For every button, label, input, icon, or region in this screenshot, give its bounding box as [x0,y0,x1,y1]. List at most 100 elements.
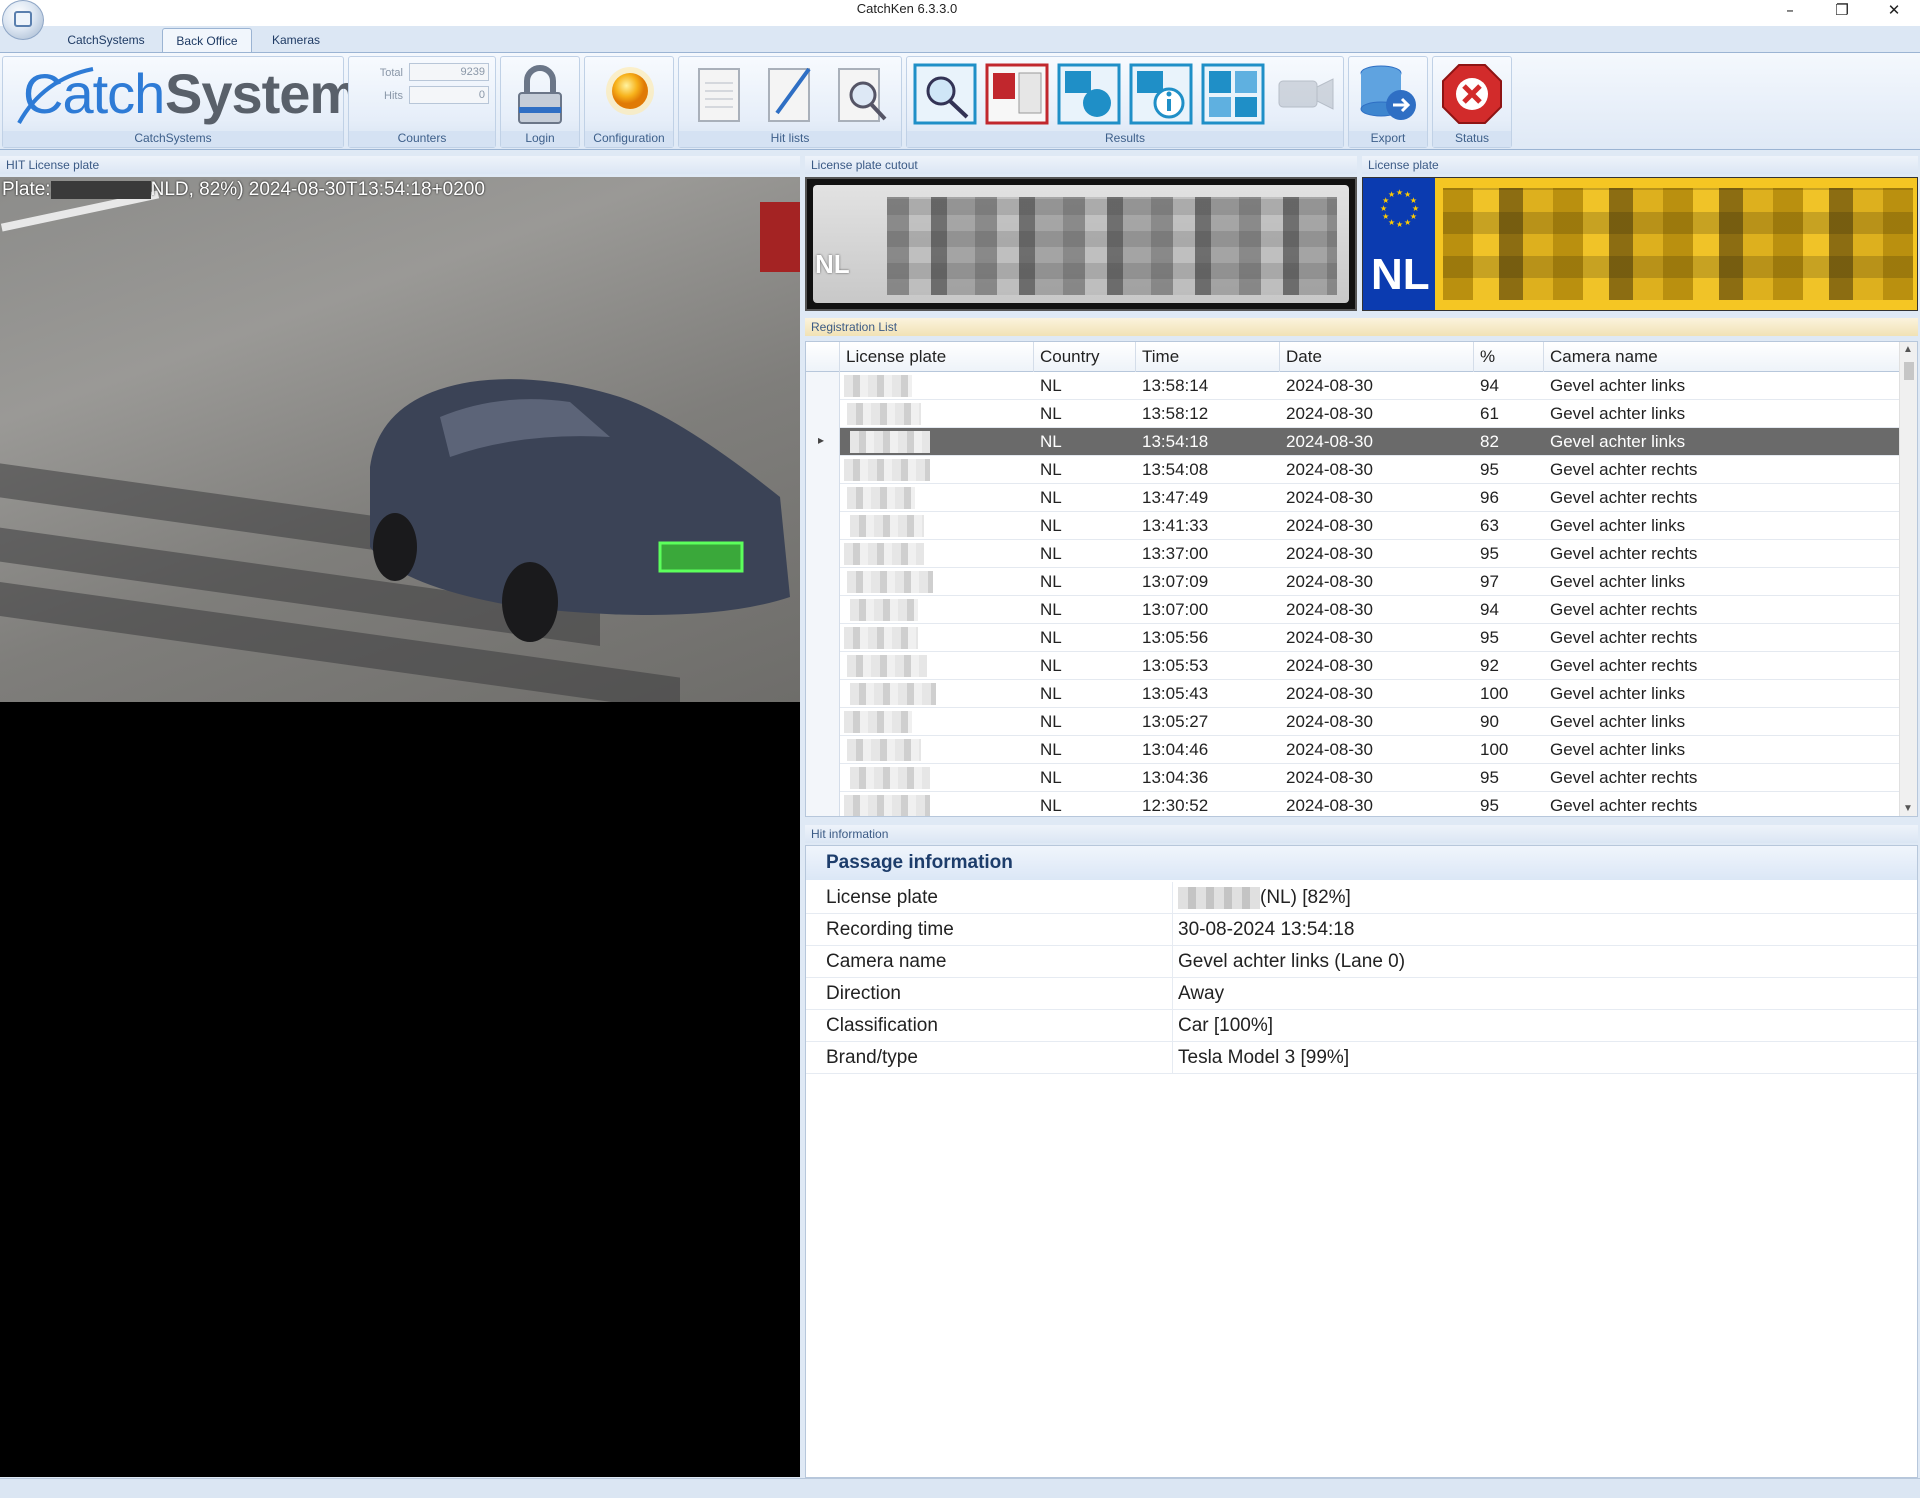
hit-list-button[interactable] [687,61,749,127]
row-header[interactable] [806,596,840,624]
export-button[interactable] [1355,61,1423,127]
group-results: Results [906,56,1344,148]
row-header[interactable] [806,372,840,400]
cell-date: 2024-08-30 [1286,600,1373,619]
passage-value: Tesla Model 3 [99%] [1178,1047,1350,1068]
cell-pct: 94 [1480,376,1499,395]
table-row[interactable]: NL 12:30:52 2024-08-30 95 Gevel achter recht… [806,792,1901,816]
table-row[interactable]: NL 13:54:08 2024-08-30 95 Gevel achter recht… [806,456,1901,484]
edit-hit-list-button[interactable] [759,61,821,127]
registration-grid[interactable]: License plate Country Time Date % Camera… [805,341,1918,817]
table-row[interactable]: NL 13:05:43 2024-08-30 100 Gevel achter link… [806,680,1901,708]
passage-value: Car [100%] [1178,1015,1274,1036]
cell-pct: 100 [1480,684,1509,703]
cell-date: 2024-08-30 [1286,768,1373,787]
row-header[interactable] [806,400,840,428]
magnifier-notepad-icon [838,68,887,122]
panel-header-license-plate: License plate [1362,156,1918,174]
table-row[interactable]: NL 13:04:36 2024-08-30 95 Gevel achter recht… [806,764,1901,792]
red-layout-icon [985,63,1049,125]
scroll-up-icon[interactable]: ▲ [1903,344,1913,355]
grid-corner[interactable] [806,342,840,372]
row-header[interactable] [806,456,840,484]
cell-country: NL [1040,516,1062,535]
row-header[interactable]: ▸ [806,428,840,456]
row-header[interactable] [806,624,840,652]
minimize-button[interactable]: – [1764,0,1816,22]
table-row[interactable]: NL 13:05:53 2024-08-30 92 Gevel achter recht… [806,652,1901,680]
row-header[interactable] [806,540,840,568]
scroll-down-icon[interactable]: ▼ [1903,803,1913,814]
row-header[interactable] [806,652,840,680]
cell-time: 13:05:53 [1142,656,1209,675]
column-header-time[interactable]: Time [1136,342,1280,372]
results-grid-button[interactable] [1199,61,1267,127]
ribbon-tabs: CatchSystems Back Office Kameras [0,26,1920,52]
row-header[interactable] [806,764,840,792]
tab-back-office[interactable]: Back Office [162,28,252,52]
group-label-status: Status [1433,131,1511,147]
eu-stars-icon: ★★★★★★★★★ ★ ★★ [1380,188,1419,229]
cell-country: NL [1040,796,1062,815]
results-search-button[interactable] [911,61,979,127]
license-plate-image: ★ ★ ★ ★ ★ ★ ★ ★ ★ ★ ★ ★ NL [1362,177,1918,311]
cell-pct: 82 [1480,432,1499,451]
status-button[interactable] [1441,61,1503,127]
cell-time: 13:05:27 [1142,712,1209,731]
column-header-percent[interactable]: % [1474,342,1544,372]
table-row[interactable]: NL 13:47:49 2024-08-30 96 Gevel achter recht… [806,484,1901,512]
table-row[interactable]: NL 13:07:09 2024-08-30 97 Gevel achter links [806,568,1901,596]
column-header-date[interactable]: Date [1280,342,1474,372]
grid-vertical-scrollbar[interactable]: ▲ ▼ [1899,342,1917,816]
configuration-button[interactable] [599,61,661,127]
cell-camera: Gevel achter rechts [1550,488,1698,507]
cell-time: 13:05:43 [1142,684,1209,703]
table-row[interactable]: NL 13:04:46 2024-08-30 100 Gevel achter link… [806,736,1901,764]
table-row[interactable]: NL 13:05:27 2024-08-30 90 Gevel achter links [806,708,1901,736]
column-header-license-plate[interactable]: License plate [840,342,1034,372]
row-header[interactable] [806,680,840,708]
cell-time: 13:54:08 [1142,460,1209,479]
results-disc-button[interactable] [1055,61,1123,127]
close-button[interactable]: ✕ [1868,0,1920,22]
column-header-country[interactable]: Country [1034,342,1136,372]
passage-value: (NL) [82%] [1178,882,1351,914]
cell-country: NL [1040,712,1062,731]
tab-kameras[interactable]: Kameras [258,28,334,52]
row-header[interactable] [806,708,840,736]
table-row[interactable]: NL 13:58:14 2024-08-30 94 Gevel achter links [806,372,1901,400]
panel-header-hit-license-plate: HIT License plate [0,156,800,174]
cell-country: NL [1040,404,1062,423]
tab-catchsystems[interactable]: CatchSystems [56,28,156,52]
redacted-license-plate [847,739,921,761]
login-button[interactable] [509,61,571,127]
passage-key: License plate [826,887,938,908]
lock-icon [518,65,562,124]
table-row[interactable]: ▸ NL 13:54:18 2024-08-30 82 Gevel achter link… [806,428,1901,456]
table-row[interactable]: NL 13:05:56 2024-08-30 95 Gevel achter recht… [806,624,1901,652]
cell-camera: Gevel achter rechts [1550,796,1698,815]
eu-band: ★ ★ ★ ★ ★ ★ ★ ★ ★ ★ ★ ★ NL [1363,178,1435,310]
row-header[interactable] [806,512,840,540]
restore-button[interactable]: ❐ [1816,0,1868,22]
group-hit-lists: Hit lists [678,56,902,148]
results-red-button[interactable] [983,61,1051,127]
row-header[interactable] [806,736,840,764]
row-header[interactable] [806,568,840,596]
row-header[interactable] [806,484,840,512]
row-header[interactable] [806,792,840,816]
results-camera-button[interactable] [1271,61,1339,127]
current-row-arrow-icon: ▸ [818,433,825,447]
scroll-thumb[interactable] [1904,362,1914,380]
table-row[interactable]: NL 13:07:00 2024-08-30 94 Gevel achter recht… [806,596,1901,624]
table-row[interactable]: NL 13:41:33 2024-08-30 63 Gevel achter links [806,512,1901,540]
search-hit-list-button[interactable] [831,61,893,127]
passage-value: Gevel achter links (Lane 0) [1178,951,1406,972]
passage-row: Classification Car [100%] [806,1010,1917,1042]
column-header-camera-name[interactable]: Camera name [1544,342,1901,372]
results-info-button[interactable] [1127,61,1195,127]
table-row[interactable]: NL 13:37:00 2024-08-30 95 Gevel achter recht… [806,540,1901,568]
cell-date: 2024-08-30 [1286,684,1373,703]
table-row[interactable]: NL 13:58:12 2024-08-30 61 Gevel achter links [806,400,1901,428]
app-menu-orb-icon[interactable] [2,0,44,40]
